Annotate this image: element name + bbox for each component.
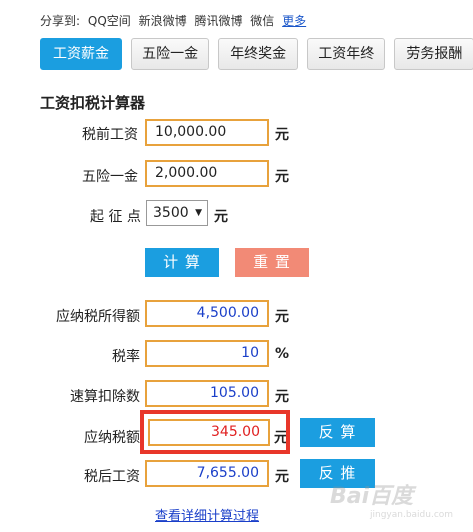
threshold-label: 起 征 点 xyxy=(90,209,141,225)
share-qzone-link[interactable]: QQ空间 xyxy=(88,14,131,28)
detail-link[interactable]: 查看详细计算过程 xyxy=(155,505,259,524)
pretax-salary-input[interactable]: 10,000.00 xyxy=(145,119,269,146)
after-tax-unit: 元 xyxy=(275,469,289,485)
calculate-button[interactable]: 计 算 xyxy=(145,248,219,277)
tab-salary[interactable]: 工资薪金 xyxy=(40,38,122,70)
quick-deduction-unit: 元 xyxy=(275,389,289,405)
after-tax-label: 税后工资 xyxy=(84,469,140,485)
share-bar: 分享到: QQ空间 新浪微博 腾讯微博 微信 更多 xyxy=(40,12,310,29)
share-weibo-link[interactable]: 新浪微博 xyxy=(139,14,187,28)
pretax-unit: 元 xyxy=(275,127,289,143)
reverse-calc-button[interactable]: 反 算 xyxy=(300,418,375,447)
tax-payable-label: 应纳税额 xyxy=(84,430,140,446)
reset-button[interactable]: 重 置 xyxy=(235,248,309,277)
share-tencent-weibo-link[interactable]: 腾讯微博 xyxy=(194,14,242,28)
share-label: 分享到: xyxy=(40,14,81,28)
tab-labor-remuneration[interactable]: 劳务报酬 xyxy=(394,38,473,70)
threshold-unit: 元 xyxy=(214,209,228,225)
share-more-link[interactable]: 更多 xyxy=(282,14,306,28)
watermark-sub: jingyan.baidu.com xyxy=(370,510,454,520)
threshold-value: 3500 xyxy=(153,205,189,221)
insurance-label: 五险一金 xyxy=(82,169,138,185)
tab-year-end-bonus[interactable]: 年终奖金 xyxy=(218,38,299,70)
quick-deduction-field: 105.00 xyxy=(145,380,269,407)
tab-salary-year-end[interactable]: 工资年终 xyxy=(307,38,386,70)
tax-rate-label: 税率 xyxy=(112,349,140,365)
share-wechat-link[interactable]: 微信 xyxy=(250,14,274,28)
quick-deduction-label: 速算扣除数 xyxy=(70,389,140,405)
calculator-tabs: 工资薪金 五险一金 年终奖金 工资年终 劳务报酬 xyxy=(40,38,473,70)
pretax-label: 税前工资 xyxy=(82,127,138,143)
threshold-select[interactable]: 3500 ▼ xyxy=(146,200,208,226)
watermark-text: Bai百度 xyxy=(330,484,414,509)
baidu-watermark: Bai百度 jingyan.baidu.com xyxy=(330,478,453,520)
highlight-box xyxy=(140,410,290,454)
tax-rate-field: 10 xyxy=(145,340,269,367)
taxable-income-unit: 元 xyxy=(275,309,289,325)
tab-insurance[interactable]: 五险一金 xyxy=(131,38,210,70)
insurance-input[interactable]: 2,000.00 xyxy=(145,160,269,187)
taxable-income-field: 4,500.00 xyxy=(145,300,269,327)
page-title: 工资扣税计算器 xyxy=(40,94,146,112)
taxable-income-label: 应纳税所得额 xyxy=(56,309,140,325)
chevron-down-icon: ▼ xyxy=(195,208,202,218)
insurance-unit: 元 xyxy=(275,169,289,185)
after-tax-field: 7,655.00 xyxy=(145,460,269,487)
tax-rate-unit: % xyxy=(275,346,290,362)
